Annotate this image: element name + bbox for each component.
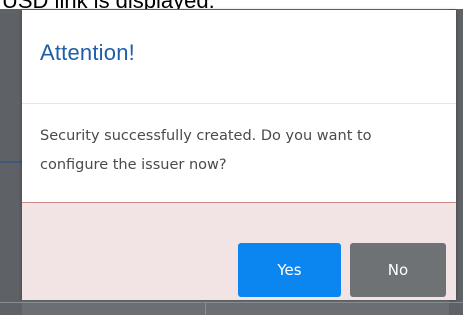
dialog-footer: Yes No: [22, 202, 456, 300]
no-button[interactable]: No: [350, 243, 446, 297]
confirmation-dialog: Attention! Security successfully created…: [22, 10, 456, 300]
background-bottom-line: [0, 302, 463, 303]
dialog-header: Attention!: [22, 10, 456, 104]
dialog-message: Security successfully created. Do you wa…: [40, 128, 372, 173]
dialog-body: Security successfully created. Do you wa…: [22, 104, 456, 202]
background-bottom-tick: [205, 303, 206, 315]
yes-button[interactable]: Yes: [238, 243, 341, 297]
dialog-title: Attention!: [40, 40, 135, 65]
